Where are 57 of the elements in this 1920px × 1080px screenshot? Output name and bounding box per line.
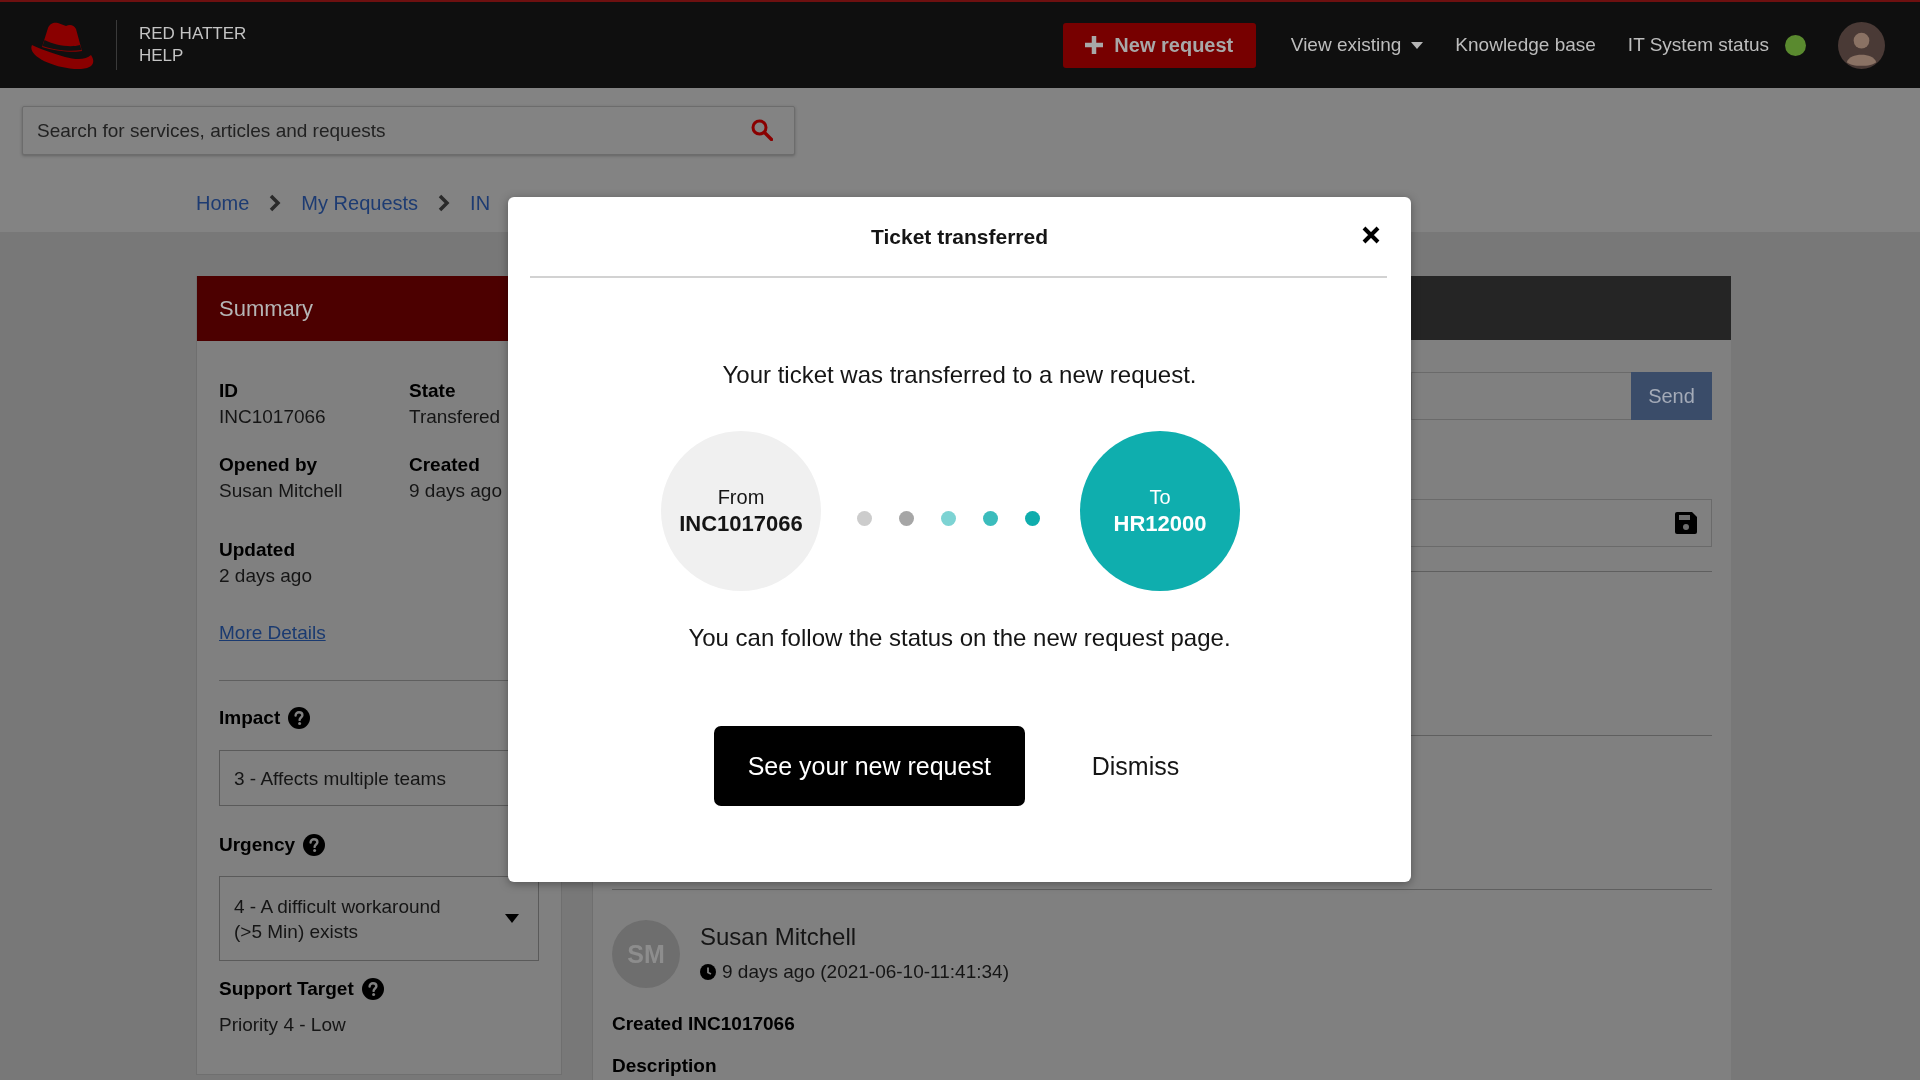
more-details-link[interactable]: More Details — [219, 621, 326, 645]
section-heading: Description — [612, 1054, 717, 1078]
dialog-title: Ticket transferred — [871, 224, 1048, 249]
summary-title: Summary — [219, 295, 314, 322]
field-value: Priority 4 - Low — [219, 1013, 346, 1037]
text-field[interactable] — [1411, 499, 1712, 547]
field-value: Susan Mitchell — [219, 479, 344, 503]
dismiss-button[interactable]: Dismiss — [1091, 751, 1180, 781]
impact-dropdown[interactable]: 3 - Affects multiple teams — [219, 750, 509, 806]
ticket-label: From — [717, 485, 765, 510]
user-avatar[interactable] — [1838, 21, 1885, 69]
breadcrumb-link[interactable]: My Requests — [301, 190, 419, 216]
search-icon[interactable] — [751, 119, 773, 141]
author-name: Susan Mitchell — [700, 922, 857, 952]
field-label: Impact — [219, 706, 281, 730]
timestamp: 9 days ago (2021-06-10-11:41:34) — [722, 960, 1009, 984]
status-link[interactable]: IT System status — [1627, 33, 1806, 57]
dialog-note: You can follow the status on the new request page. — [688, 623, 1231, 653]
help-icon[interactable] — [288, 707, 311, 729]
ticket-id: INC1017066 — [679, 510, 803, 538]
breadcrumb-link[interactable]: Home — [196, 190, 250, 216]
field-label: Opened by — [219, 453, 319, 477]
field-value: 2 days ago — [219, 564, 313, 588]
clock-icon — [700, 964, 716, 980]
breadcrumb-link[interactable]: IN — [470, 190, 491, 216]
nav-dropdown[interactable]: View existing — [1290, 33, 1424, 57]
dialog-message: Your ticket was transferred to a new request. — [722, 360, 1197, 390]
help-icon[interactable] — [303, 834, 326, 856]
save-icon[interactable] — [1675, 512, 1697, 534]
close-icon[interactable] — [1362, 225, 1380, 244]
search-field[interactable]: Search for services, articles and requests — [22, 106, 795, 155]
plus-icon — [1085, 36, 1104, 54]
field-value: INC1017066 — [219, 405, 327, 429]
urgency-dropdown[interactable]: 4 - A difficult workaround (>5 Min) exists — [219, 876, 539, 961]
field-label: ID — [219, 379, 239, 403]
field-value: 9 days ago — [409, 479, 502, 503]
field-value: Transfered — [409, 405, 502, 429]
chevron-right-icon — [438, 194, 451, 212]
comment-field[interactable] — [1411, 372, 1631, 420]
ticket-id: HR12000 — [1113, 510, 1207, 538]
activity-title: Created INC1017066 — [612, 1012, 795, 1036]
caret-icon — [505, 914, 519, 923]
see-request-button[interactable]: See your new request — [713, 726, 1025, 806]
caret-icon — [1411, 41, 1424, 49]
status-dot-icon — [1785, 34, 1806, 56]
field-label: Support Target — [219, 977, 354, 1001]
field-label: Created — [409, 453, 481, 477]
brand-name: RED HATTER HELP — [139, 23, 247, 67]
new-request-button[interactable]: New request — [1062, 22, 1256, 68]
field-label: State — [409, 379, 457, 403]
ticket-label: To — [1149, 485, 1171, 510]
send-button[interactable]: Send — [1631, 372, 1712, 420]
help-icon[interactable] — [361, 978, 384, 1000]
field-label: Urgency — [219, 833, 296, 857]
nav-link[interactable]: Knowledge base — [1455, 33, 1596, 57]
field-label: Updated — [219, 538, 296, 562]
chevron-right-icon — [269, 194, 282, 212]
